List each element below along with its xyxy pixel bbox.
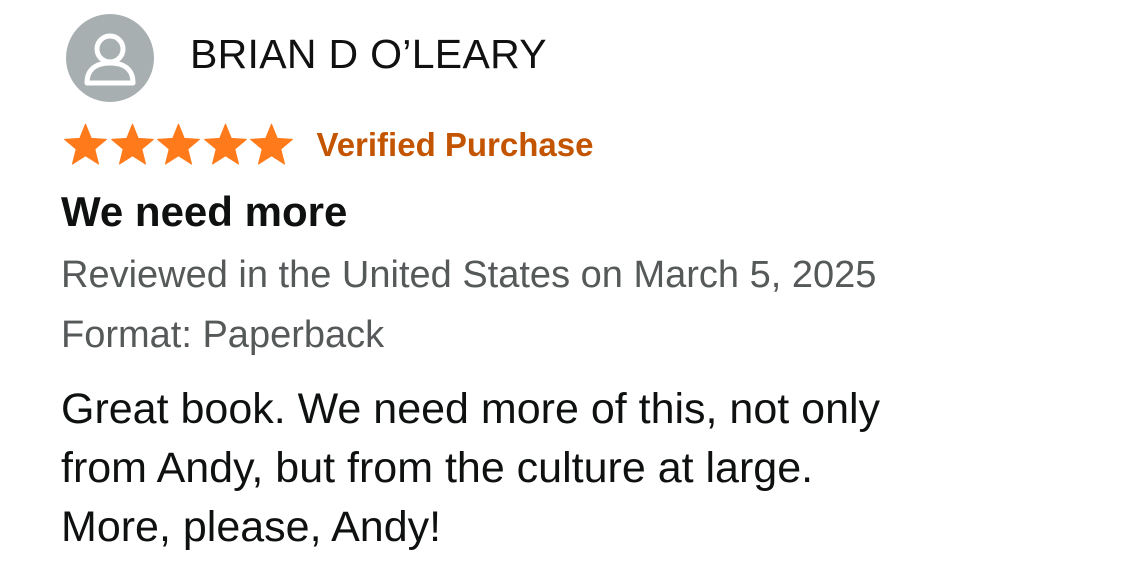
- review-body-line: Great book. We need more of this, not on…: [61, 385, 881, 433]
- review-date: Reviewed in the United States on March 5…: [61, 254, 877, 296]
- review-body: Great book. We need more of this, not on…: [61, 380, 1071, 557]
- star-icon: [157, 123, 200, 164]
- review-title: We need more: [61, 188, 348, 235]
- star-icon: [250, 123, 293, 164]
- reviewer-name[interactable]: BRIAN D O’LEARY: [190, 31, 547, 78]
- reviewer-profile[interactable]: BRIAN D O’LEARY: [66, 12, 547, 104]
- star-rating[interactable]: [62, 122, 295, 169]
- review-body-line: from Andy, but from the culture at large…: [61, 444, 814, 492]
- user-silhouette-icon: [84, 33, 136, 86]
- avatar[interactable]: [66, 14, 154, 102]
- review-format: Format: Paperback: [61, 314, 385, 356]
- verified-purchase-badge: Verified Purchase: [316, 126, 594, 163]
- star-icon: [203, 123, 247, 164]
- star-icon: [64, 123, 107, 164]
- rating-row: Verified Purchase: [62, 118, 593, 172]
- review-body-line: More, please, Andy!: [61, 503, 442, 551]
- customer-review: BRIAN D O’LEARY Verified Purchase We nee…: [0, 0, 1125, 577]
- star-icon: [110, 123, 154, 164]
